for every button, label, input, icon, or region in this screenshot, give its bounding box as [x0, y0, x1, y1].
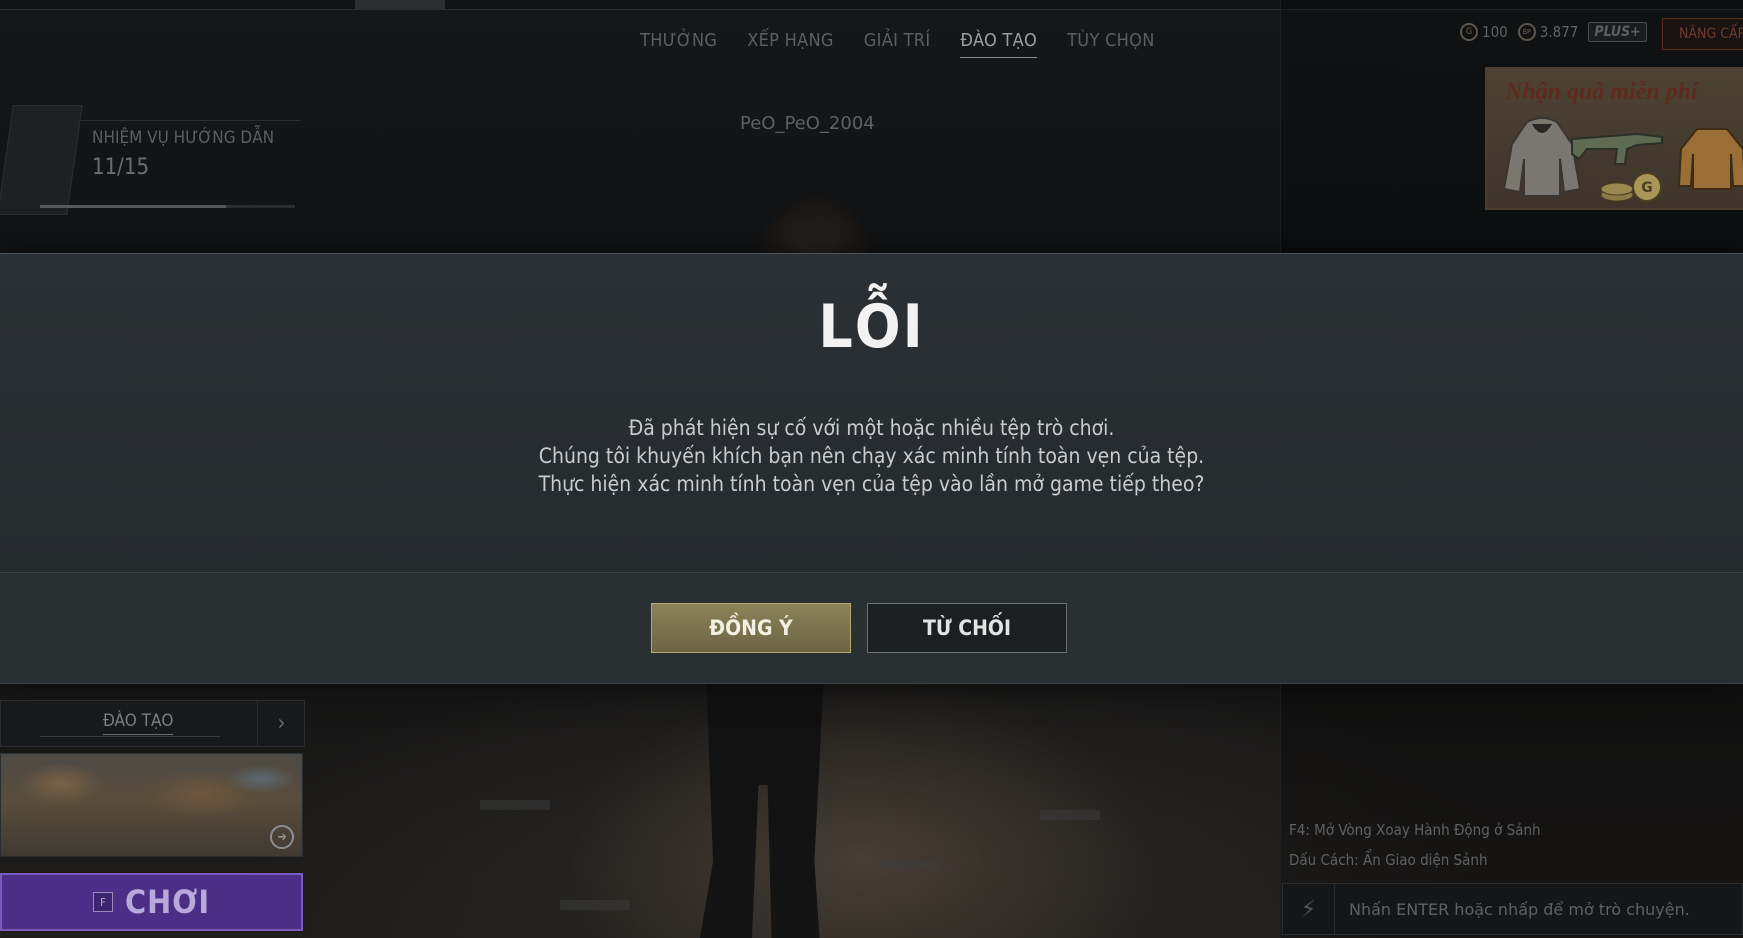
rifle-icon: [1571, 132, 1663, 165]
refuse-button[interactable]: TỪ CHỐI: [867, 603, 1067, 653]
floor-plate: [1040, 810, 1100, 820]
g-coin-balance[interactable]: G 100: [1460, 23, 1508, 41]
chevron-right-icon[interactable]: ›: [257, 700, 305, 747]
map-thumbnail[interactable]: [0, 753, 303, 857]
g-coin-icon: G: [1460, 23, 1478, 41]
promo-banner[interactable]: Nhận quà miễn phí G: [1485, 67, 1743, 210]
chat-input[interactable]: [1335, 899, 1742, 919]
mission-avatar: [0, 105, 83, 215]
mode-divider: [40, 736, 220, 737]
error-dialog: LỖI Đã phát hiện sự cố với một hoặc nhiề…: [0, 253, 1743, 684]
svg-text:G: G: [1641, 180, 1653, 196]
floor-plate: [560, 900, 630, 910]
tab-ranked[interactable]: XẾP HẠNG: [747, 30, 834, 58]
tab-options[interactable]: TÙY CHỌN: [1067, 30, 1155, 58]
mission-progress-fill: [40, 205, 227, 208]
dialog-message: Đã phát hiện sự cố với một hoặc nhiều tệ…: [0, 414, 1743, 498]
dialog-message-line: Chúng tôi khuyến khích bạn nên chạy xác …: [538, 444, 1205, 468]
play-hotkey-badge: F: [92, 892, 113, 912]
bp-balance[interactable]: BP 3.877: [1517, 23, 1579, 41]
top-strip-tab[interactable]: [355, 0, 445, 9]
floor-plate: [480, 800, 550, 810]
character-head: [760, 196, 870, 256]
top-nav: THƯỞNG XẾP HẠNG GIẢI TRÍ ĐÀO TẠO TÙY CHỌ…: [640, 30, 1155, 58]
hint-action-wheel: F4: Mở Vòng Xoay Hành Động ở Sảnh: [1289, 821, 1541, 839]
bp-icon: BP: [1517, 23, 1536, 41]
mission-title: NHIỆM VỤ HƯỚNG DẪN: [92, 128, 275, 148]
dialog-title: LỖI: [818, 292, 925, 362]
tab-training[interactable]: ĐÀO TẠO: [960, 30, 1038, 58]
coins-icon: G: [1600, 172, 1662, 202]
dialog-message-line: Thực hiện xác minh tính toàn vẹn của tệp…: [538, 472, 1205, 496]
dialog-message-line: Đã phát hiện sự cố với một hoặc nhiều tệ…: [628, 416, 1115, 440]
hint-hide-ui: Dấu Cách: Ẩn Giao diện Sảnh: [1289, 851, 1488, 869]
tutorial-mission-panel[interactable]: NHIỆM VỤ HƯỚNG DẪN 11/15: [0, 95, 300, 225]
mission-divider: [75, 120, 300, 121]
mission-progress-count: 11/15: [92, 155, 150, 180]
lightning-icon[interactable]: ⚡: [1283, 884, 1335, 934]
agree-button[interactable]: ĐỒNG Ý: [651, 603, 851, 653]
play-button[interactable]: F CHƠI: [0, 873, 303, 931]
tab-casual[interactable]: GIẢI TRÍ: [864, 30, 931, 58]
mode-label: ĐÀO TẠO: [103, 711, 174, 735]
bp-value: 3.877: [1539, 23, 1579, 41]
chat-bar[interactable]: ⚡: [1282, 883, 1743, 935]
play-label: CHƠI: [124, 883, 211, 921]
promo-text: Nhận quà miễn phí: [1505, 79, 1698, 105]
jacket-icon: [1677, 128, 1743, 190]
g-coin-value: 100: [1482, 23, 1508, 41]
plus-badge[interactable]: PLUS+: [1588, 22, 1647, 42]
player-name: PeO_PeO_2004: [740, 113, 875, 134]
upgrade-button[interactable]: NÂNG CẤP: [1662, 18, 1743, 50]
floor-plate: [880, 860, 940, 870]
tab-rewards[interactable]: THƯỞNG: [640, 30, 717, 58]
currency-bar: G 100 BP 3.877 PLUS+: [1460, 22, 1647, 42]
arrow-right-icon[interactable]: ➜: [270, 825, 294, 849]
